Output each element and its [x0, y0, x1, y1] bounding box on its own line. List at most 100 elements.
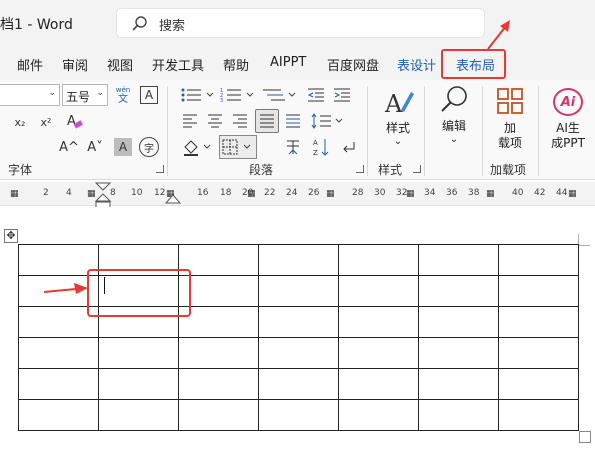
- subscript-button[interactable]: x₂: [8, 112, 32, 132]
- table-cell[interactable]: [418, 306, 499, 338]
- table-cell[interactable]: [98, 399, 179, 431]
- char-shading-button[interactable]: A: [114, 138, 132, 156]
- ruler-number: 12: [154, 188, 166, 198]
- grow-font-button[interactable]: A^: [58, 136, 80, 158]
- table-cell[interactable]: [178, 337, 259, 369]
- justify-button[interactable]: [255, 109, 279, 133]
- table-cell[interactable]: [258, 337, 339, 369]
- tab-view[interactable]: 视图: [107, 55, 133, 74]
- font-name-combo[interactable]: ⌄: [0, 84, 60, 106]
- table-cell[interactable]: [498, 244, 579, 276]
- sort-icon: AZ: [313, 139, 329, 157]
- distributed-button[interactable]: [283, 111, 303, 131]
- table-cell[interactable]: [258, 244, 339, 276]
- table-cell[interactable]: [258, 306, 339, 338]
- table-cell[interactable]: [338, 337, 419, 369]
- styles-icon: A: [384, 90, 414, 118]
- paragraph-dialog-launcher[interactable]: [356, 165, 364, 173]
- table-cell[interactable]: [258, 368, 339, 400]
- table-cell[interactable]: [18, 399, 99, 431]
- table-cell[interactable]: [98, 337, 179, 369]
- bullets-button[interactable]: [178, 84, 218, 106]
- tab-aippt[interactable]: AIPPT: [270, 55, 306, 70]
- table-cell[interactable]: [418, 368, 499, 400]
- table-cell[interactable]: [498, 275, 579, 307]
- multilevel-list-icon: [263, 89, 296, 101]
- enclose-char-button[interactable]: 字: [139, 137, 159, 157]
- justify-icon: [260, 114, 274, 128]
- right-indent-marker-icon[interactable]: [165, 194, 181, 204]
- align-left-button[interactable]: [180, 111, 200, 131]
- table-cell[interactable]: [338, 275, 419, 307]
- borders-button[interactable]: [219, 135, 257, 159]
- phonetic-guide-char: 文: [118, 94, 128, 105]
- table-cell[interactable]: [498, 337, 579, 369]
- table-cell[interactable]: [338, 368, 419, 400]
- table-cell[interactable]: [178, 399, 259, 431]
- enclosed-char-button[interactable]: A: [140, 86, 158, 104]
- table-cell[interactable]: [338, 244, 419, 276]
- ruler-number: 44: [556, 188, 568, 198]
- table-cell[interactable]: [18, 337, 99, 369]
- ruler-number: 18: [220, 188, 232, 198]
- tab-developer[interactable]: 开发工具: [152, 55, 204, 74]
- increase-indent-button[interactable]: [332, 86, 352, 104]
- tab-help[interactable]: 帮助: [223, 55, 249, 74]
- ribbon-separator: [167, 86, 168, 176]
- edit-button[interactable]: [436, 84, 472, 116]
- table-cell[interactable]: [498, 399, 579, 431]
- tab-table-design[interactable]: 表设计: [397, 55, 436, 74]
- ai-ppt-button[interactable]: Ai: [553, 88, 583, 116]
- line-spacing-button[interactable]: [310, 110, 346, 132]
- chevron-down-icon: ⌄: [449, 134, 459, 145]
- table-cell[interactable]: [18, 368, 99, 400]
- font-dialog-launcher[interactable]: [156, 165, 164, 173]
- table-cell[interactable]: [498, 368, 579, 400]
- tab-baidu-netdisk[interactable]: 百度网盘: [327, 55, 379, 74]
- align-center-button[interactable]: [205, 111, 225, 131]
- shading-button[interactable]: [180, 136, 216, 158]
- phonetic-guide-button[interactable]: wén 文: [113, 84, 133, 106]
- numbering-icon: 1 2 3: [220, 88, 254, 104]
- table-cell[interactable]: [178, 368, 259, 400]
- table-move-handle-icon[interactable]: ✥: [4, 229, 18, 243]
- indent-marker-icon[interactable]: [94, 182, 112, 210]
- show-marks-button[interactable]: [338, 136, 358, 158]
- sort-button[interactable]: AZ: [310, 136, 332, 158]
- table-cell[interactable]: [418, 275, 499, 307]
- table-cell[interactable]: [418, 337, 499, 369]
- tab-review[interactable]: 审阅: [62, 55, 88, 74]
- svg-text:A: A: [313, 139, 318, 147]
- table-cell[interactable]: [418, 244, 499, 276]
- decrease-indent-button[interactable]: [306, 86, 326, 104]
- paragraph-mark-icon: [343, 142, 355, 153]
- align-right-button[interactable]: [230, 111, 250, 131]
- chinese-layout-button[interactable]: [282, 136, 304, 158]
- ruler-number: 36: [446, 188, 458, 198]
- search-box[interactable]: 搜索: [116, 8, 485, 38]
- border-grid-icon: [222, 139, 251, 155]
- tab-mailings[interactable]: 邮件: [17, 55, 43, 74]
- shrink-font-button[interactable]: A˅: [84, 136, 106, 158]
- superscript-button[interactable]: x²: [34, 112, 58, 132]
- numbering-button[interactable]: 1 2 3: [218, 84, 258, 106]
- table-cell[interactable]: [338, 399, 419, 431]
- horizontal-ruler[interactable]: ▦ 2 4 ▦ 8 10 12 ▦ 16 18 20 ▦ 22 24 26 ▦ …: [0, 182, 595, 206]
- table-cell[interactable]: [98, 368, 179, 400]
- styles-dialog-launcher[interactable]: [413, 165, 421, 173]
- addins-button[interactable]: [495, 86, 525, 116]
- table-cell[interactable]: [338, 306, 419, 338]
- group-font-label: 字体: [8, 163, 33, 177]
- addins-label-line1: 加: [503, 121, 516, 135]
- font-size-combo[interactable]: 五号 ⌄: [62, 84, 108, 106]
- styles-button[interactable]: A: [378, 86, 418, 120]
- table-cell[interactable]: [418, 399, 499, 431]
- ruler-column-marker: ▦: [568, 189, 576, 199]
- table-cell[interactable]: [258, 275, 339, 307]
- table-cell[interactable]: [258, 399, 339, 431]
- table-resize-handle[interactable]: [579, 431, 591, 443]
- clear-formatting-button[interactable]: A: [62, 110, 86, 132]
- table-cell[interactable]: [498, 306, 579, 338]
- ruler-column-marker: ▦: [10, 189, 18, 199]
- multilevel-list-button[interactable]: [260, 84, 300, 106]
